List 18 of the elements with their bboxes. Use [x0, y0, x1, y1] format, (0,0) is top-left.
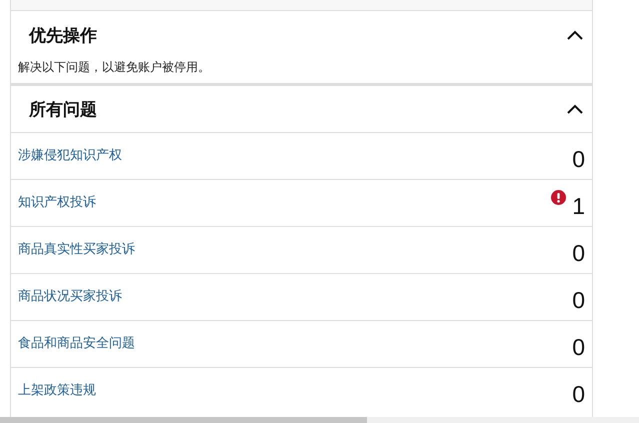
- scrollbar-thumb[interactable]: [0, 417, 367, 423]
- issue-count: 1: [572, 192, 585, 218]
- issue-link[interactable]: 上架政策违规: [18, 368, 572, 399]
- issue-link[interactable]: 食品和商品安全问题: [18, 321, 572, 352]
- issue-count: 0: [572, 380, 585, 406]
- issue-count: 0: [572, 239, 585, 265]
- issue-link[interactable]: 商品真实性买家投诉: [18, 227, 572, 258]
- section-title: 优先操作: [29, 25, 97, 47]
- issue-count: 0: [572, 145, 585, 171]
- issue-link[interactable]: 商品状况买家投诉: [18, 274, 572, 305]
- issue-count: 0: [572, 286, 585, 312]
- collapse-icon[interactable]: [567, 30, 583, 41]
- issue-link[interactable]: 知识产权投诉: [18, 180, 552, 211]
- collapse-icon[interactable]: [567, 104, 583, 114]
- issue-link[interactable]: 涉嫌侵犯知识产权: [18, 133, 572, 164]
- section-title: 所有问题: [29, 98, 97, 120]
- section-description: 解决以下问题，以避免账户被停用。: [17, 60, 211, 76]
- issue-count: 0: [572, 333, 585, 359]
